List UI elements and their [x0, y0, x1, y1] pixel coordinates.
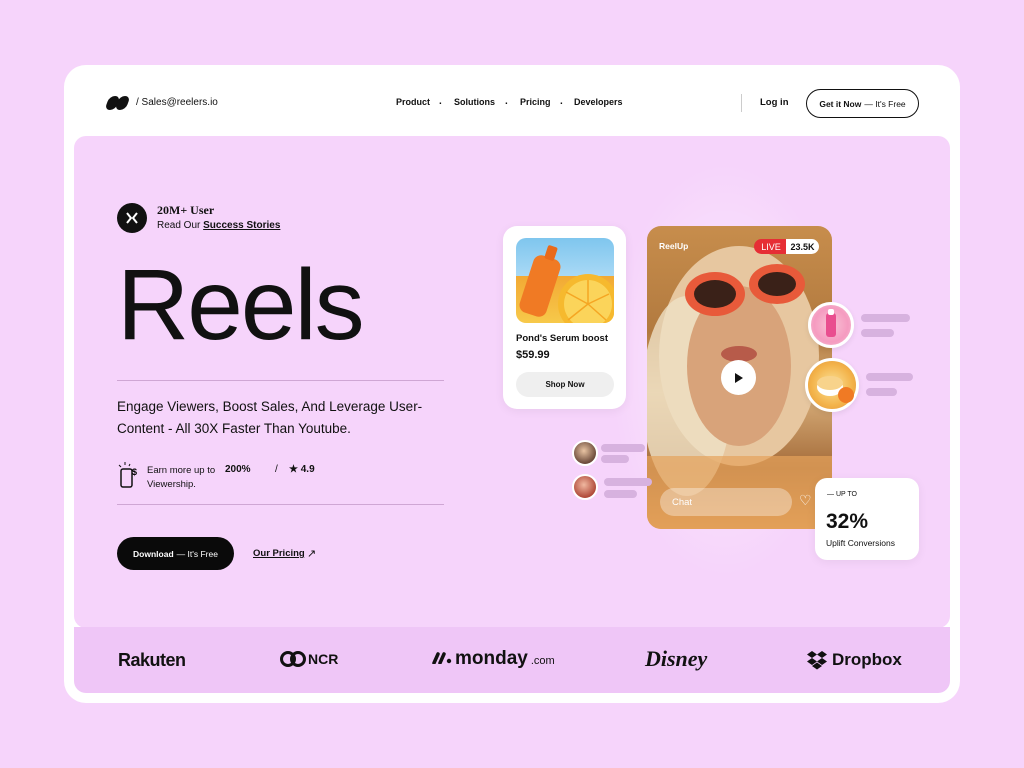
monday-suffix: .com: [530, 655, 555, 667]
dropbox-text: Dropbox: [832, 650, 902, 669]
product-name: Pond's Serum boost: [516, 333, 608, 344]
earn-line2: Viewership.: [147, 479, 196, 490]
nav-pricing[interactable]: Pricing: [520, 97, 551, 107]
product-price: $59.99: [516, 349, 550, 361]
disney-logo: Disney: [645, 646, 708, 671]
product-card[interactable]: Pond's Serum boost $59.99 Shop Now: [503, 226, 626, 409]
nav-separator-dot: .: [439, 96, 442, 107]
success-stories-link[interactable]: Success Stories: [203, 220, 280, 231]
users-badge-icon: [117, 203, 147, 233]
placeholder-bar: [866, 388, 897, 396]
stat-value: 32%: [826, 510, 869, 533]
placeholder-bar: [604, 490, 637, 498]
hero-title: Reels: [117, 249, 365, 361]
rating: ★ 4.9: [289, 464, 315, 475]
arrow-up-right-icon[interactable]: ↗: [307, 547, 316, 560]
ncr-icon: [280, 651, 306, 667]
play-icon: [734, 372, 743, 383]
svg-text:$: $: [132, 467, 137, 477]
chat-input[interactable]: Chat: [660, 488, 792, 516]
avatar[interactable]: [572, 474, 598, 500]
placeholder-bar: [604, 478, 652, 486]
placeholder-bar: [866, 373, 913, 381]
get-it-now-label: Get it Now: [819, 98, 862, 109]
hero-tagline: Engage Viewers, Boost Sales, And Leverag…: [117, 399, 423, 436]
nav-product[interactable]: Product: [396, 97, 430, 107]
divider-line: [117, 504, 444, 505]
nav-separator-dot: .: [560, 96, 563, 107]
get-it-now-suffix: — It's Free: [864, 98, 906, 109]
nav-divider: [741, 94, 742, 112]
placeholder-bar: [601, 455, 629, 463]
product-thumbnail-lipstick[interactable]: [808, 302, 854, 348]
earn-percentage: 200%: [225, 464, 251, 475]
phone-dollar-icon: $: [117, 461, 139, 489]
our-pricing-link[interactable]: Our Pricing: [253, 548, 305, 559]
login-link[interactable]: Log in: [760, 97, 789, 108]
download-suffix: — It's Free: [176, 548, 218, 559]
ncr-logo: NCR: [280, 651, 338, 667]
ncr-text: NCR: [308, 651, 339, 667]
divider-line: [117, 380, 444, 381]
earn-line1: Earn more up to: [147, 465, 216, 476]
placeholder-bar: [861, 314, 910, 322]
brand-logo-icon[interactable]: [104, 96, 131, 110]
viewer-count: 23.5K: [786, 239, 819, 254]
live-badge: LIVE: [754, 239, 788, 254]
monday-icon: [432, 652, 452, 664]
heart-icon[interactable]: ♡: [799, 492, 812, 509]
monday-logo: monday .com: [432, 648, 555, 670]
placeholder-bar: [601, 444, 645, 452]
separator-slash: /: [275, 464, 278, 475]
download-button[interactable]: Download — It's Free: [117, 537, 234, 570]
placeholder-bar: [861, 329, 894, 337]
download-label: Download: [133, 548, 174, 559]
stat-label: Uplift Conversions: [826, 538, 895, 548]
monday-text: monday: [455, 648, 528, 669]
users-subtitle: Read Our Success Stories: [157, 220, 280, 231]
play-button[interactable]: [721, 360, 756, 395]
nav-developers[interactable]: Developers: [574, 97, 623, 107]
get-it-now-button[interactable]: Get it Now — It's Free: [806, 89, 919, 118]
dropbox-icon: [807, 651, 827, 670]
users-count: 20M+ User: [157, 203, 215, 217]
shop-now-button[interactable]: Shop Now: [516, 372, 614, 397]
earn-text: Earn more up to Viewership.: [147, 464, 215, 492]
product-image: [516, 238, 614, 323]
sales-email[interactable]: / Sales@reelers.io: [136, 97, 218, 108]
nav-solutions[interactable]: Solutions: [454, 97, 495, 107]
avatar[interactable]: [572, 440, 598, 466]
users-sub-prefix: Read Our: [157, 220, 201, 231]
nav-separator-dot: .: [505, 96, 508, 107]
video-brand-name: ReelUp: [659, 241, 689, 251]
rakuten-logo: Rakuten: [118, 650, 186, 670]
product-thumbnail-cream[interactable]: [805, 358, 859, 412]
dropbox-logo: Dropbox: [806, 650, 902, 670]
stat-prefix: — UP TO: [827, 491, 857, 498]
